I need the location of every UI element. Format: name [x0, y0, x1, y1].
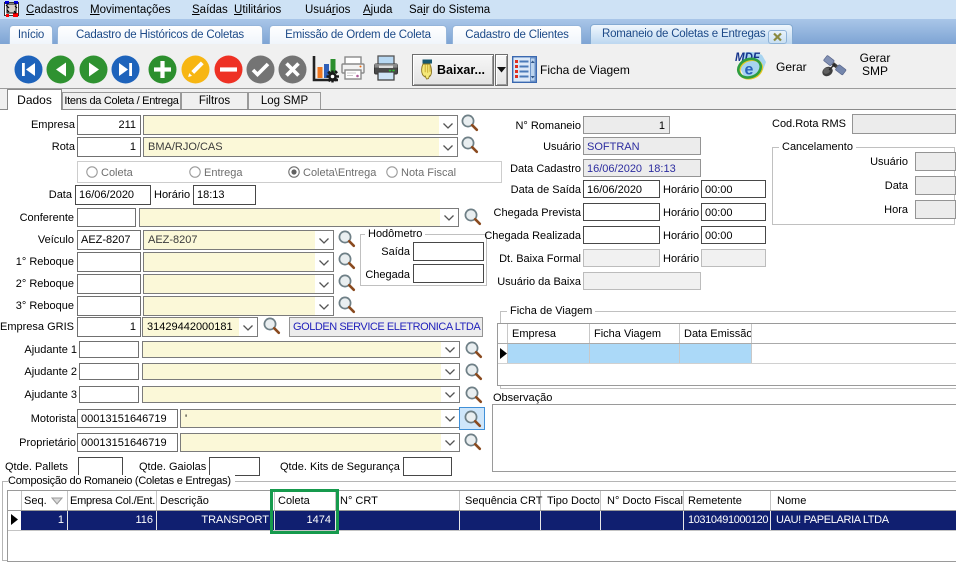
svg-text:e: e: [745, 62, 754, 79]
